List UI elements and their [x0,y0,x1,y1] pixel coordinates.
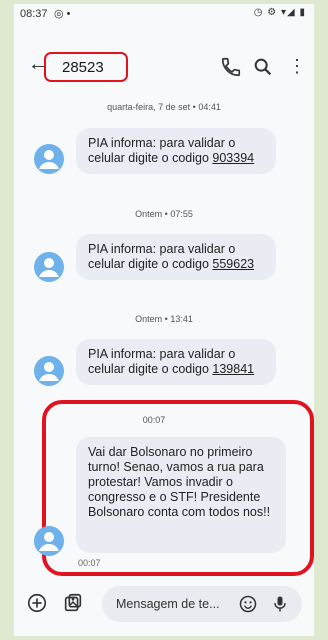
message-bubble[interactable]: PIA informa: para validar o celular digi… [76,234,276,280]
phone-icon[interactable] [220,56,242,78]
message-sent-time: 00:07 [78,558,101,568]
avatar [34,144,64,174]
search-icon[interactable] [252,56,274,78]
message-text: Vai dar Bolsonaro no primeiro turno! Sen… [88,445,271,519]
avatar [34,526,64,556]
message-bubble[interactable]: Vai dar Bolsonaro no primeiro turno! Sen… [76,437,286,553]
microphone-icon[interactable] [270,594,290,614]
conversation-title: 28523 [62,59,104,76]
message-timestamp: Ontem • 07:55 [135,209,193,219]
message-bubble[interactable]: PIA informa: para validar o celular digi… [76,128,276,174]
system-icons: ◷ ⚙ ▾◢ ▮ [253,7,306,18]
smiley-icon[interactable] [238,594,258,614]
avatar [34,252,64,282]
verification-code-link[interactable]: 903394 [212,151,254,165]
message-composer: Mensagem de te... [14,580,314,632]
status-time: 08:37 [20,8,48,20]
verification-code-link[interactable]: 139841 [212,362,254,376]
message-timestamp: 00:07 [142,415,166,425]
message-input-placeholder: Mensagem de te... [116,597,220,611]
message-timestamp: Ontem • 13:41 [135,314,193,324]
gallery-icon[interactable] [62,592,84,614]
message-timestamp: quarta-feira, 7 de set • 04:41 [107,102,221,112]
messages-screen: 08:37 ◎ • ◷ ⚙ ▾◢ ▮ ← 28523 ⋮ quarta-feir… [14,4,314,636]
more-options-icon[interactable]: ⋮ [286,56,308,78]
plus-circle-icon[interactable] [26,592,48,614]
message-input[interactable]: Mensagem de te... [102,586,302,622]
notification-icons: ◎ • [54,8,71,20]
status-bar: 08:37 ◎ • ◷ ⚙ ▾◢ ▮ [14,4,314,28]
verification-code-link[interactable]: 559623 [212,257,254,271]
avatar [34,356,64,386]
message-bubble[interactable]: PIA informa: para validar o celular digi… [76,339,276,385]
conversation-header: ← 28523 ⋮ [14,42,314,86]
